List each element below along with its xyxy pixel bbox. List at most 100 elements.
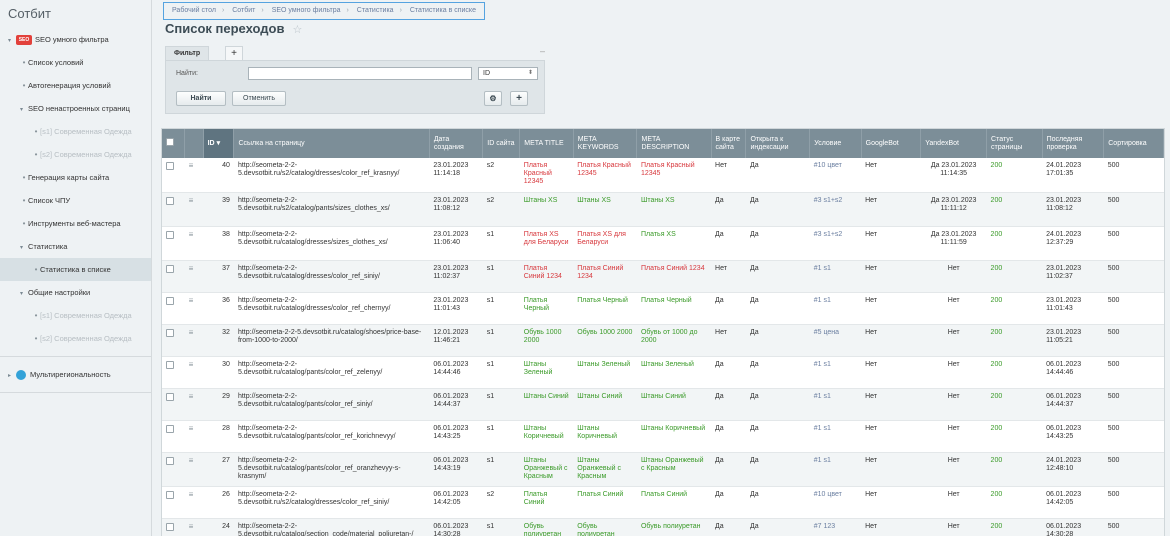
row-link[interactable]: http://seometa-2-2-5.devsotbit.ru/catalo… [233,226,430,261]
row-menu-cell[interactable]: ≡ [184,518,204,536]
table-row[interactable]: ≡ 24 http://seometa-2-2-5.devsotbit.ru/cat… [162,518,1164,536]
row-select-cell[interactable] [162,420,185,453]
find-field-select[interactable]: ID ⬍ [478,67,538,80]
row-link[interactable]: http://seometa-2-2-5.devsotbit.ru/catalo… [233,324,430,357]
googlebot-header[interactable]: GoogleBot [861,129,922,158]
breadcrumb-item[interactable]: Статистика [357,7,394,14]
row-condition[interactable]: #10 цвет [809,486,862,519]
cancel-button[interactable]: Отменить [232,91,286,106]
row-link[interactable]: http://seometa-2-2-5.devsotbit.ru/s2/cat… [233,158,430,193]
row-menu-cell[interactable]: ≡ [184,388,204,421]
row-menu-cell[interactable]: ≡ [184,292,204,325]
row-checkbox[interactable] [166,328,174,337]
row-menu-cell[interactable]: ≡ [184,260,204,293]
row-checkbox[interactable] [166,490,174,499]
row-link[interactable]: http://seometa-2-2-5.devsotbit.ru/catalo… [233,292,430,325]
find-button[interactable]: Найти [176,91,226,106]
row-checkbox[interactable] [166,456,174,465]
breadcrumb-item[interactable]: Статистика в списке [410,7,476,14]
row-menu-cell[interactable]: ≡ [184,226,204,261]
row-checkbox[interactable] [166,296,174,305]
row-link[interactable]: http://seometa-2-2-5.devsotbit.ru/s2/cat… [233,486,430,519]
row-select-cell[interactable] [162,324,185,357]
row-condition[interactable]: #7 123 [809,518,862,536]
sidebar-item[interactable]: • Генерация карты сайта [0,166,151,189]
row-menu-cell[interactable]: ≡ [184,420,204,453]
link-header[interactable]: Ссылка на страницу [233,129,430,158]
row-link[interactable]: http://seometa-2-2-5.devsotbit.ru/catalo… [233,388,430,421]
table-row[interactable]: ≡ 29 http://seometa-2-2-5.devsotbit.ru/cat… [162,388,1164,421]
row-condition[interactable]: #1 s1 [809,260,862,293]
row-condition[interactable]: #1 s1 [809,356,862,389]
expand-arrow-down-icon[interactable]: ▾ [20,237,28,258]
row-condition[interactable]: #5 цена [809,324,862,357]
row-menu-icon[interactable]: ≡ [189,161,194,170]
table-row[interactable]: ≡ 32 http://seometa-2-2-5.devsotbit.ru/cat… [162,324,1164,357]
table-row[interactable]: ≡ 27 http://seometa-2-2-5.devsotbit.ru/cat… [162,452,1164,487]
row-menu-icon[interactable]: ≡ [189,328,194,337]
row-link[interactable]: http://seometa-2-2-5.devsotbit.ru/catalo… [233,260,430,293]
sidebar-item[interactable]: • Статистика в списке [0,258,151,281]
last-check-header[interactable]: Последняя проверка [1042,129,1105,158]
sidebar-item[interactable]: • Список ЧПУ [0,189,151,212]
meta-description-header[interactable]: META DESCRIPTION [636,129,712,158]
row-select-cell[interactable] [162,486,185,519]
row-condition[interactable]: #3 s1+s2 [809,192,862,227]
select-all-checkbox[interactable] [166,138,174,146]
row-link[interactable]: http://seometa-2-2-5.devsotbit.ru/catalo… [233,452,430,487]
table-row[interactable]: ≡ 40 http://seometa-2-2-5.devsotbit.ru/s2/… [162,158,1164,193]
add-filter-field-button[interactable]: + [510,91,528,106]
add-filter-tab-button[interactable]: + [225,46,243,60]
table-row[interactable]: ≡ 37 http://seometa-2-2-5.devsotbit.ru/cat… [162,260,1164,293]
expand-arrow-down-icon[interactable]: ▾ [20,283,28,304]
status-header[interactable]: Статус страницы [986,129,1043,158]
row-checkbox[interactable] [166,522,174,531]
row-menu-icon[interactable]: ≡ [189,360,194,369]
row-select-cell[interactable] [162,158,185,193]
sidebar-item[interactable]: ▾ SEO ненастроенных страниц [0,97,151,120]
filter-tab[interactable]: Фильтр [165,46,210,60]
row-link[interactable]: http://seometa-2-2-5.devsotbit.ru/s2/cat… [233,192,430,227]
row-select-cell[interactable] [162,452,185,487]
row-menu-cell[interactable]: ≡ [184,158,204,193]
sidebar-item[interactable]: • [s2] Современная Одежда [0,327,151,350]
row-checkbox[interactable] [166,196,174,205]
row-menu-cell[interactable]: ≡ [184,486,204,519]
sidebar-item[interactable]: ▸ Мультирегиональность [0,363,151,386]
table-row[interactable]: ≡ 26 http://seometa-2-2-5.devsotbit.ru/s2/… [162,486,1164,519]
row-condition[interactable]: #1 s1 [809,420,862,453]
site-header[interactable]: ID сайта [482,129,521,158]
row-link[interactable]: http://seometa-2-2-5.devsotbit.ru/catalo… [233,518,430,536]
table-row[interactable]: ≡ 39 http://seometa-2-2-5.devsotbit.ru/s2/… [162,192,1164,227]
row-condition[interactable]: #3 s1+s2 [809,226,862,261]
sidebar-item[interactable]: • Список условий [0,51,151,74]
sidebar-item[interactable]: ▾ SEO SEO умного фильтра [0,28,151,51]
row-menu-icon[interactable]: ≡ [189,196,194,205]
row-condition[interactable]: #1 s1 [809,292,862,325]
row-select-cell[interactable] [162,226,185,261]
row-menu-cell[interactable]: ≡ [184,452,204,487]
row-condition[interactable]: #10 цвет [809,158,862,193]
sidebar-item[interactable]: • [s1] Современная Одежда [0,120,151,143]
condition-header[interactable]: Условие [809,129,862,158]
table-row[interactable]: ≡ 36 http://seometa-2-2-5.devsotbit.ru/cat… [162,292,1164,325]
expand-arrow-down-icon[interactable]: ▾ [20,99,28,120]
row-menu-cell[interactable]: ≡ [184,356,204,389]
sidebar-item[interactable]: • Инструменты веб-мастера [0,212,151,235]
row-select-cell[interactable] [162,260,185,293]
sidebar-item[interactable]: ▾ Статистика [0,235,151,258]
row-select-cell[interactable] [162,356,185,389]
minimize-filter-icon[interactable]: – [540,46,545,56]
row-select-cell[interactable] [162,192,185,227]
expand-arrow-right-icon[interactable]: ▸ [8,365,16,386]
find-input[interactable] [248,67,472,80]
sidebar-item[interactable]: • Автогенерация условий [0,74,151,97]
select-all-header[interactable] [162,129,186,158]
row-link[interactable]: http://seometa-2-2-5.devsotbit.ru/catalo… [233,420,430,453]
id-header[interactable]: ID ▾ [203,129,235,158]
row-menu-icon[interactable]: ≡ [189,392,194,401]
yandexbot-header[interactable]: YandexBot [920,129,988,158]
row-checkbox[interactable] [166,360,174,369]
row-menu-icon[interactable]: ≡ [189,230,194,239]
row-menu-icon[interactable]: ≡ [189,456,194,465]
